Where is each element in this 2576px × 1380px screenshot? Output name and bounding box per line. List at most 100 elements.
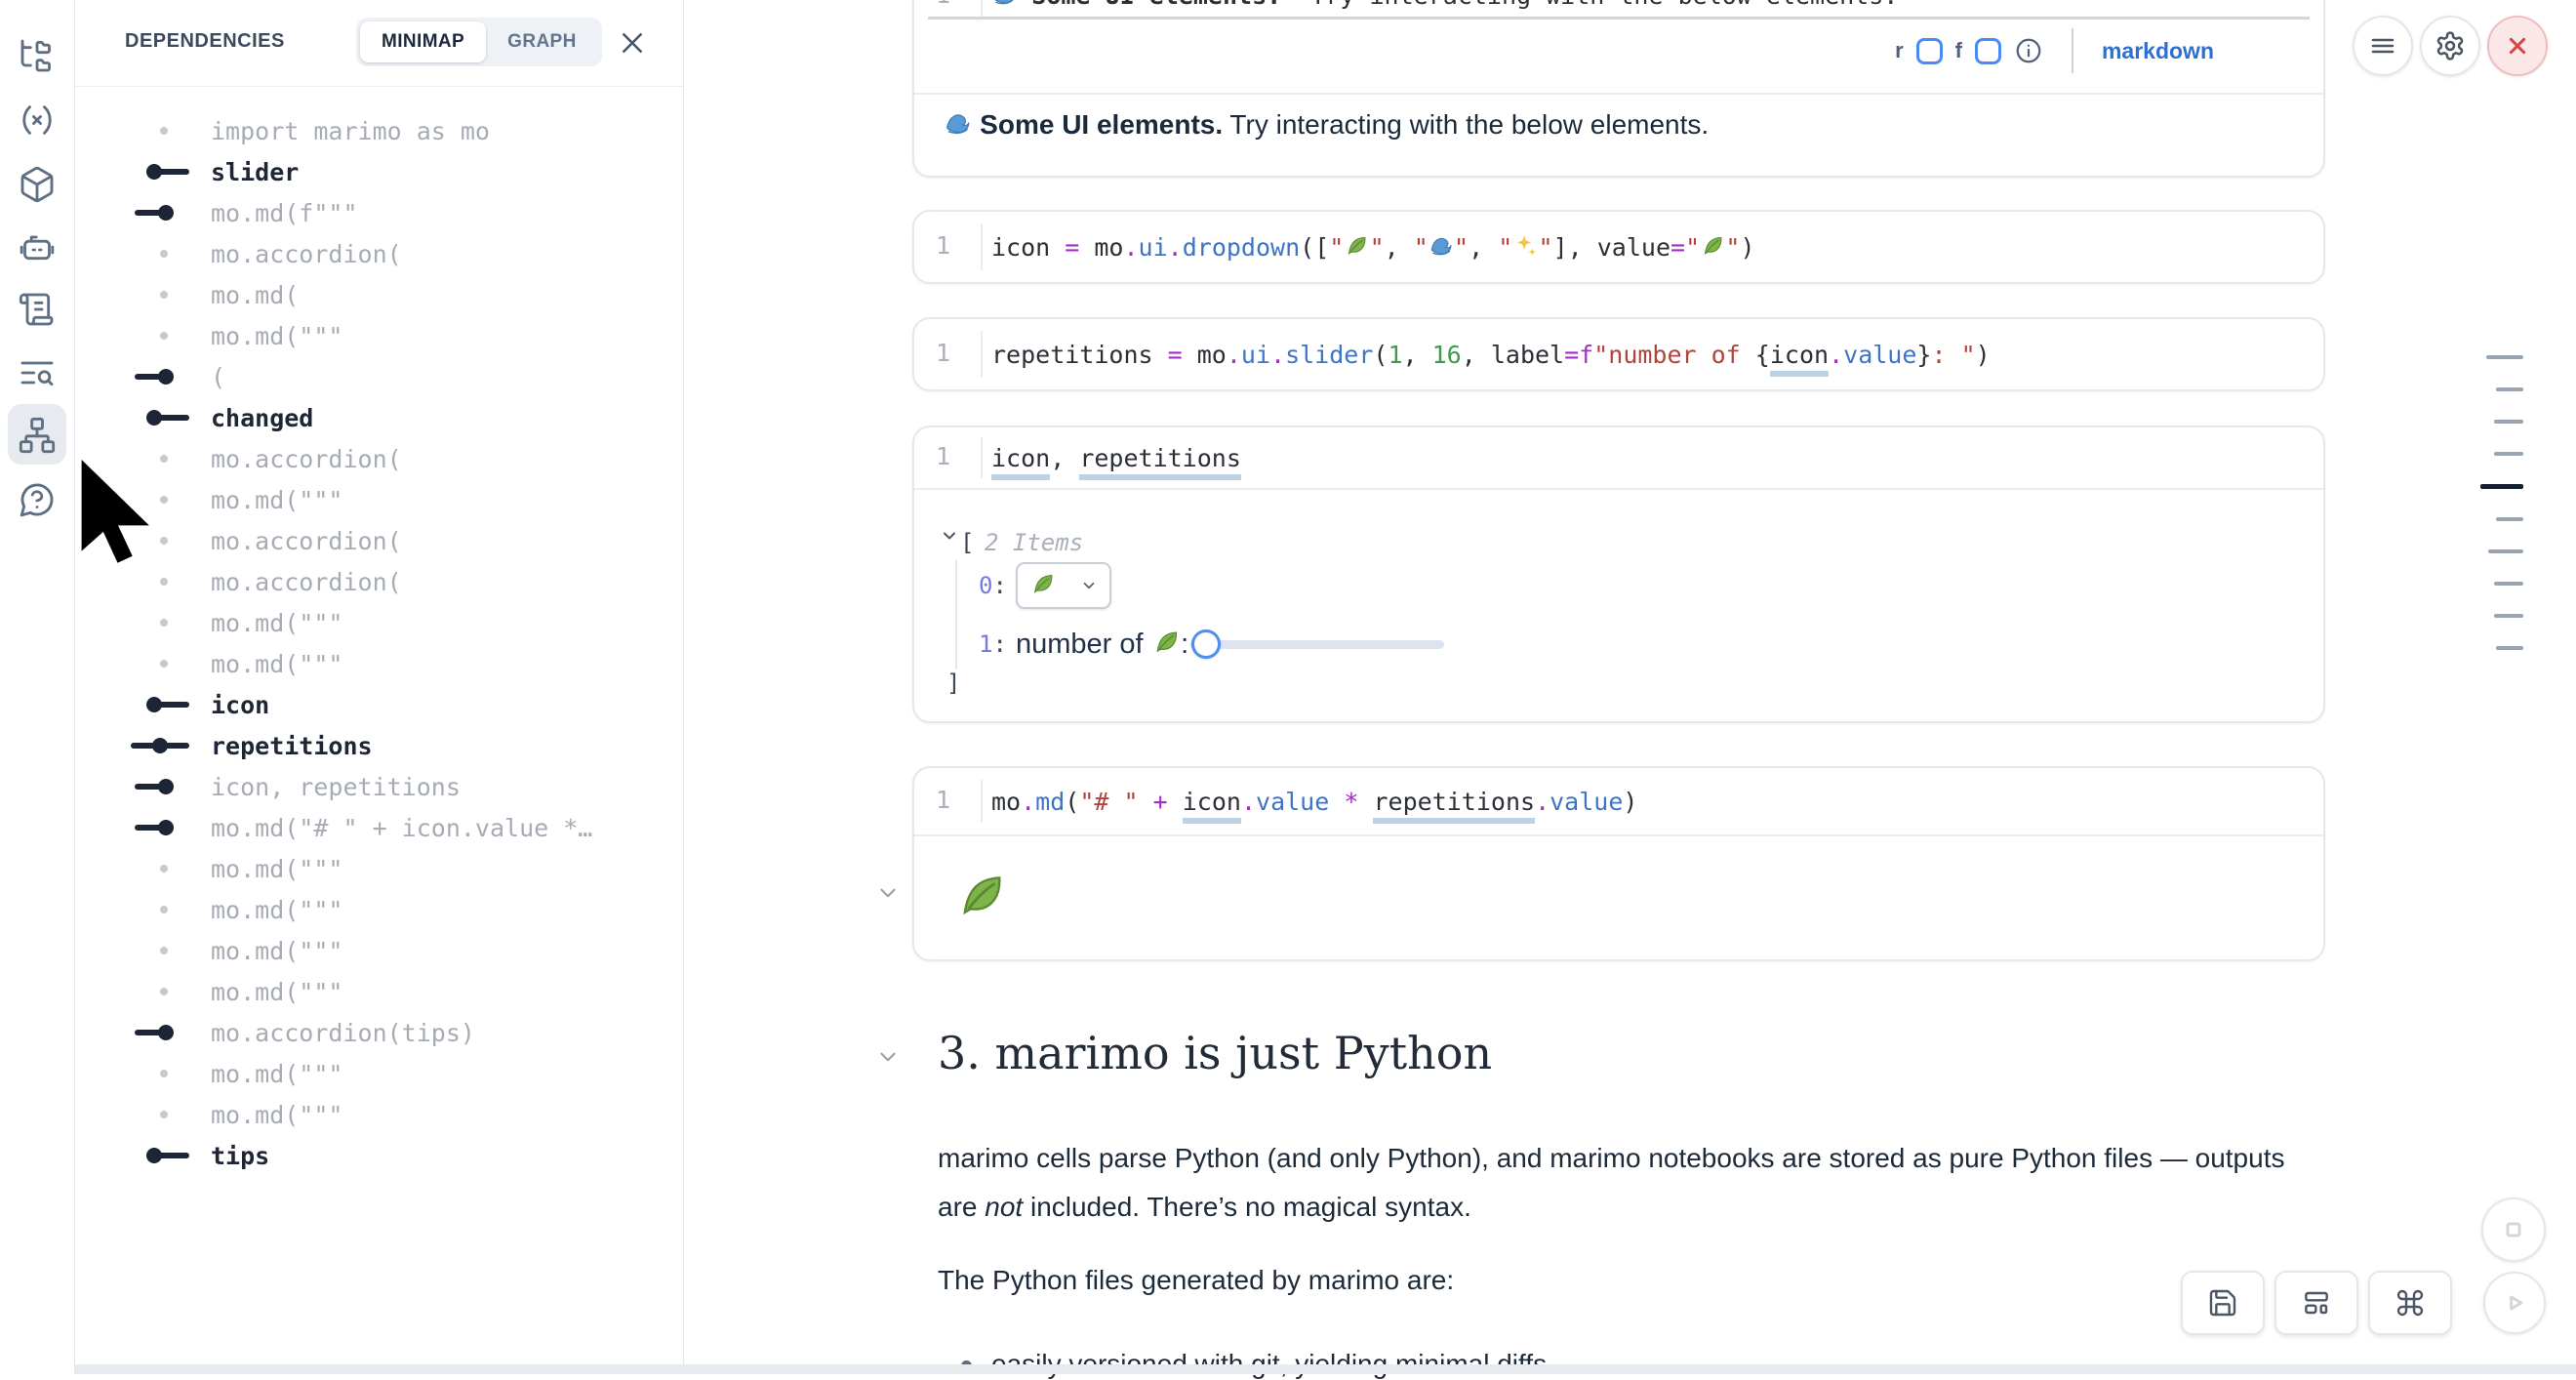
line-number: 1 <box>936 786 950 814</box>
code-editor[interactable]: repetitions = mo.ui.slider(1, 16, label=… <box>991 319 1991 389</box>
run-button[interactable] <box>2483 1272 2546 1334</box>
cell-edge-marker <box>131 930 228 971</box>
tree-item-count: 2 Items <box>985 529 1083 556</box>
scroll-minimap-dash[interactable] <box>2494 420 2523 424</box>
view-tab[interactable]: GRAPH <box>486 21 598 62</box>
scroll-logs-icon[interactable] <box>18 290 57 329</box>
dependency-graph-icon[interactable] <box>18 416 57 455</box>
minimap-row[interactable]: icon, repetitions <box>75 766 682 807</box>
output-divider <box>914 488 2323 490</box>
minimap-row[interactable]: mo.md( <box>75 274 682 315</box>
minimap-row[interactable]: mo.md(""" <box>75 602 682 643</box>
cell-edge-marker <box>131 684 228 725</box>
code-editor[interactable]: 1 Some UI elements. Try interacting with… <box>914 0 2323 17</box>
r-checkbox[interactable] <box>1916 38 1943 64</box>
variables-icon[interactable] <box>18 101 57 140</box>
minimap-row[interactable]: ( <box>75 356 682 397</box>
minimap-row[interactable]: repetitions <box>75 725 682 766</box>
view-tab[interactable]: MINIMAP <box>360 21 486 62</box>
minimap-row[interactable]: mo.md("# " + icon.value *… <box>75 807 682 848</box>
scroll-minimap-dash[interactable] <box>2480 484 2523 489</box>
scroll-minimap-dash[interactable] <box>2496 646 2523 650</box>
minimap-row[interactable]: mo.md(""" <box>75 848 682 889</box>
code-cell-dropdown: 1 icon = mo.ui.dropdown(["", "", ""], va… <box>912 210 2325 284</box>
minimap-row[interactable]: slider <box>75 151 682 192</box>
gutter-separator <box>981 0 983 17</box>
tree-index-1: 1: <box>979 630 1007 658</box>
minimap-row[interactable]: mo.md(f""" <box>75 192 682 233</box>
scroll-minimap-dash[interactable] <box>2494 452 2523 456</box>
scroll-minimap-dash[interactable] <box>2494 614 2523 618</box>
cell-edge-marker <box>131 151 228 192</box>
view-switcher: MINIMAPGRAPH <box>356 18 602 66</box>
minimap-row[interactable]: mo.md(""" <box>75 971 682 1012</box>
line-number: 1 <box>936 0 950 9</box>
scroll-minimap-dash[interactable] <box>2496 517 2523 521</box>
ai-assistant-icon[interactable] <box>18 227 57 266</box>
editor-divider <box>928 17 2310 20</box>
panel-header: DEPENDENCIES MINIMAPGRAPH <box>75 0 683 87</box>
minimap-row[interactable]: mo.md(""" <box>75 643 682 684</box>
minimap-cell-label: mo.md(""" <box>211 855 342 883</box>
scroll-minimap-dash[interactable] <box>2494 582 2523 586</box>
settings-button[interactable] <box>2420 16 2480 76</box>
command-palette-button[interactable] <box>2368 1271 2452 1335</box>
layout-button[interactable] <box>2274 1271 2358 1335</box>
minimap-cell-label: mo.accordion( <box>211 445 402 473</box>
scroll-minimap-dash[interactable] <box>2496 387 2523 391</box>
f-checkbox[interactable] <box>1975 38 2001 64</box>
minimap-row[interactable]: tips <box>75 1135 682 1176</box>
minimap-row[interactable]: mo.md(""" <box>75 479 682 520</box>
section-paragraph-2: The Python files generated by marimo are… <box>938 1265 1454 1296</box>
cell-edge-marker <box>131 643 228 684</box>
language-link[interactable]: markdown <box>2102 38 2214 64</box>
outline-search-icon[interactable] <box>18 353 57 392</box>
tree-guide-line <box>955 560 957 670</box>
minimap-row[interactable]: mo.accordion( <box>75 233 682 274</box>
tree-close-bracket: ] <box>946 670 960 697</box>
slider-knob[interactable] <box>1191 629 1221 659</box>
icon-rail <box>0 0 75 1374</box>
stop-button[interactable] <box>2481 1197 2546 1262</box>
cell-edge-marker <box>131 356 228 397</box>
scroll-minimap-dash[interactable] <box>2486 355 2523 359</box>
minimap-row[interactable]: mo.md(""" <box>75 315 682 356</box>
dropdown-widget[interactable] <box>1016 562 1111 609</box>
gutter-separator <box>981 437 983 478</box>
minimap-row[interactable]: mo.accordion(tips) <box>75 1012 682 1053</box>
minimap-row[interactable]: import marimo as mo <box>75 110 682 151</box>
output-collapse-chevron[interactable] <box>875 880 901 906</box>
slider-track[interactable] <box>1190 640 1444 649</box>
collapse-chevron-icon[interactable] <box>940 526 959 546</box>
wave-emoji <box>944 109 972 140</box>
cell-edge-marker <box>131 274 228 315</box>
shutdown-button[interactable] <box>2487 16 2548 76</box>
clipped-code-line: Some UI elements. Try interacting with t… <box>991 0 1898 14</box>
cell-edge-marker <box>131 971 228 1012</box>
minimap-row[interactable]: mo.accordion( <box>75 520 682 561</box>
scroll-minimap-dash[interactable] <box>2488 549 2523 553</box>
minimap-row[interactable]: icon <box>75 684 682 725</box>
minimap-row[interactable]: mo.md(""" <box>75 1094 682 1135</box>
minimap-row[interactable]: mo.md(""" <box>75 930 682 971</box>
code-editor[interactable]: 1 icon, repetitions <box>914 427 2323 488</box>
minimap-row[interactable]: mo.accordion( <box>75 561 682 602</box>
code-cell-md-leaf: 1 mo.md("# " + icon.value * repetitions.… <box>912 766 2325 961</box>
info-icon[interactable] <box>2014 36 2043 65</box>
code-editor[interactable]: 1 mo.md("# " + icon.value * repetitions.… <box>914 768 2323 834</box>
close-panel-icon[interactable] <box>618 28 647 58</box>
minimap-cell-label: mo.accordion( <box>211 240 402 268</box>
minimap-row[interactable]: changed <box>75 397 682 438</box>
menu-button[interactable] <box>2353 16 2413 76</box>
gutter-separator <box>981 780 983 823</box>
minimap-row[interactable]: mo.accordion( <box>75 438 682 479</box>
code-editor[interactable]: icon = mo.ui.dropdown(["", "", ""], valu… <box>991 212 1755 282</box>
package-icon[interactable] <box>18 165 57 204</box>
save-button[interactable] <box>2181 1271 2265 1335</box>
file-tree-icon[interactable] <box>18 36 57 75</box>
help-icon[interactable] <box>18 480 57 519</box>
section-collapse-chevron[interactable] <box>875 1044 901 1070</box>
gutter-separator <box>981 223 983 270</box>
minimap-row[interactable]: mo.md(""" <box>75 889 682 930</box>
minimap-row[interactable]: mo.md(""" <box>75 1053 682 1094</box>
